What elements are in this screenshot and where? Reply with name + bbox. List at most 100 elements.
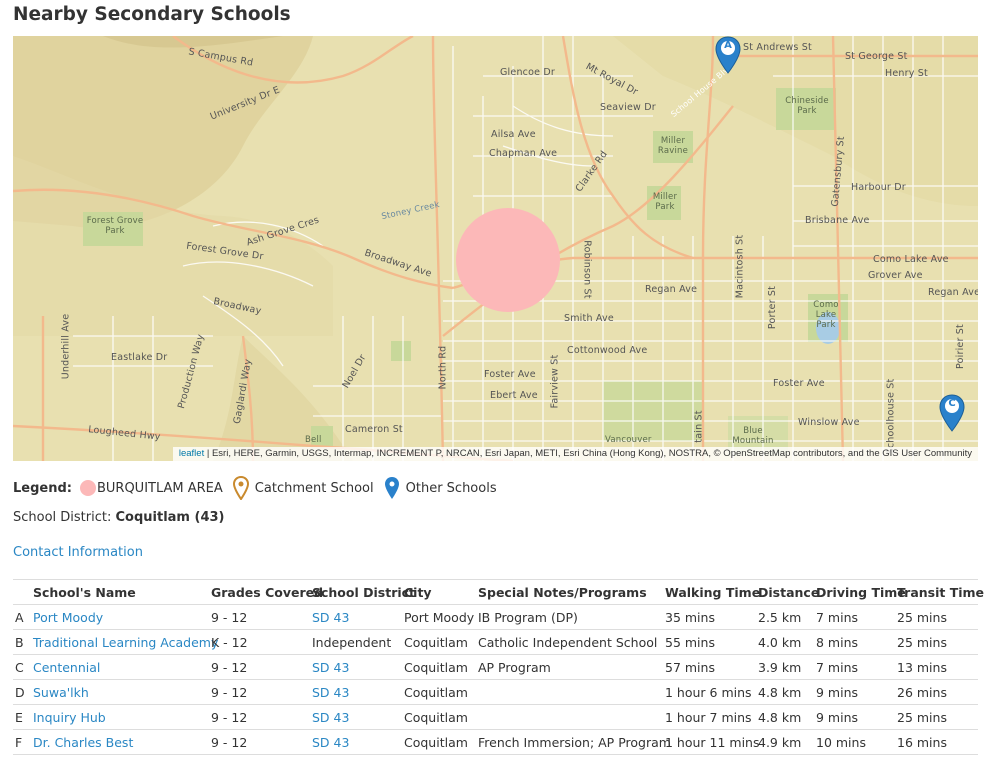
school-district-label: School District: bbox=[13, 510, 116, 525]
legend-catchment-school: Catchment School bbox=[254, 480, 374, 496]
walking-cell: 55 mins bbox=[661, 629, 754, 655]
walking-cell: 1 hour 7 mins bbox=[661, 704, 754, 730]
header-school-name: School's Name bbox=[29, 579, 207, 605]
distance-cell: 2.5 km bbox=[754, 604, 812, 630]
marker-letter: C bbox=[948, 398, 956, 409]
catchment-area-circle[interactable] bbox=[456, 208, 560, 312]
walking-cell: 57 mins bbox=[661, 654, 754, 680]
table-row: B Traditional Learning Academy K - 12 In… bbox=[13, 629, 978, 655]
label-seaview-dr: Seaview Dr bbox=[600, 102, 656, 113]
driving-cell: 9 mins bbox=[812, 679, 893, 705]
district-link[interactable]: SD 43 bbox=[308, 604, 400, 630]
header-letter bbox=[13, 579, 29, 605]
city-cell: Coquitlam bbox=[400, 729, 474, 755]
table-row: D Suwa'lkh 9 - 12 SD 43 Coquitlam 1 hour… bbox=[13, 679, 978, 705]
notes-cell: IB Program (DP) bbox=[474, 604, 661, 630]
label-foster-ave: Foster Ave bbox=[484, 369, 536, 380]
school-name-link[interactable]: Port Moody bbox=[29, 604, 207, 630]
school-name-link[interactable]: Centennial bbox=[29, 654, 207, 680]
map-attribution: leaflet | Esri, HERE, Garmin, USGS, Inte… bbox=[172, 447, 978, 461]
school-name-link[interactable]: Traditional Learning Academy bbox=[29, 629, 218, 655]
district-link[interactable]: SD 43 bbox=[308, 679, 400, 705]
label-como-lake-park: Como Lake Park bbox=[813, 300, 839, 330]
grades-cell: 9 - 12 bbox=[207, 679, 308, 705]
label-foster-ave-2: Foster Ave bbox=[773, 378, 825, 389]
row-letter: F bbox=[13, 729, 29, 755]
label-forest-grove-park: Forest Grove Park bbox=[86, 216, 144, 236]
label-underhill-ave: Underhill Ave bbox=[60, 313, 72, 380]
school-district-value: Coquitlam (43) bbox=[115, 510, 225, 525]
walking-cell: 1 hour 11 mins bbox=[661, 729, 760, 755]
city-cell: Coquitlam bbox=[400, 704, 474, 730]
label-vancouver: Vancouver bbox=[605, 435, 652, 445]
table-row: A Port Moody 9 - 12 SD 43 Port Moody IB … bbox=[13, 604, 978, 630]
label-como-lake-ave: Como Lake Ave bbox=[873, 254, 949, 265]
notes-cell: Catholic Independent School bbox=[474, 629, 661, 655]
map[interactable]: S Campus Rd University Dr E Glencoe Dr M… bbox=[13, 36, 978, 461]
city-cell: Coquitlam bbox=[400, 654, 474, 680]
label-ailsa-ave: Ailsa Ave bbox=[491, 129, 536, 140]
header-driving-time: Driving Time bbox=[812, 579, 906, 605]
distance-cell: 4.0 km bbox=[754, 629, 812, 655]
driving-cell: 7 mins bbox=[812, 654, 893, 680]
label-bell: Bell bbox=[305, 435, 322, 445]
school-name-link[interactable]: Dr. Charles Best bbox=[29, 729, 207, 755]
school-district-line: School District: Coquitlam (43) bbox=[13, 510, 224, 525]
driving-cell: 8 mins bbox=[812, 629, 893, 655]
label-harbour-dr: Harbour Dr bbox=[851, 182, 906, 193]
school-name-link[interactable]: Suwa'lkh bbox=[29, 679, 207, 705]
transit-cell: 25 mins bbox=[893, 704, 978, 730]
label-henry-st: Henry St bbox=[885, 68, 928, 79]
other-school-pin-icon bbox=[384, 477, 399, 499]
header-distance: Distance bbox=[754, 579, 819, 605]
label-eastlake-dr: Eastlake Dr bbox=[111, 352, 168, 363]
city-cell: Coquitlam bbox=[400, 629, 474, 655]
row-letter: A bbox=[13, 604, 29, 630]
marker-letter: A bbox=[724, 40, 732, 51]
attribution-text: | Esri, HERE, Garmin, USGS, Intermap, IN… bbox=[204, 448, 972, 459]
label-macintosh-st: Macintosh St bbox=[734, 234, 746, 299]
district-link[interactable]: SD 43 bbox=[308, 654, 400, 680]
school-name-link[interactable]: Inquiry Hub bbox=[29, 704, 207, 730]
label-brisbane-ave: Brisbane Ave bbox=[805, 215, 870, 226]
map-legend: Legend: BURQUITLAM AREA Catchment School… bbox=[13, 476, 505, 500]
driving-cell: 7 mins bbox=[812, 604, 893, 630]
label-blue-mountain: Blue Mountain bbox=[732, 426, 774, 446]
legend-catchment-area: BURQUITLAM AREA bbox=[96, 480, 223, 496]
distance-cell: 4.8 km bbox=[754, 704, 812, 730]
city-cell: Port Moody bbox=[400, 604, 474, 630]
notes-cell bbox=[474, 679, 661, 705]
district-link[interactable]: SD 43 bbox=[308, 704, 400, 730]
school-marker-a[interactable]: A bbox=[715, 36, 741, 74]
label-cameron-st: Cameron St bbox=[345, 424, 403, 435]
notes-cell: AP Program bbox=[474, 654, 661, 680]
city-cell: Coquitlam bbox=[400, 679, 474, 705]
label-grover-ave: Grover Ave bbox=[868, 270, 923, 281]
header-transit-time: Transit Time bbox=[893, 579, 984, 605]
page-title: Nearby Secondary Schools bbox=[13, 4, 291, 25]
school-marker-c[interactable]: C bbox=[939, 394, 965, 432]
table-row: F Dr. Charles Best 9 - 12 SD 43 Coquitla… bbox=[13, 729, 978, 755]
walking-cell: 1 hour 6 mins bbox=[661, 679, 754, 705]
grades-cell: K - 12 bbox=[207, 629, 308, 655]
transit-cell: 16 mins bbox=[893, 729, 978, 755]
transit-cell: 13 mins bbox=[893, 654, 978, 680]
district-link[interactable]: SD 43 bbox=[308, 729, 400, 755]
label-north-rd: North Rd bbox=[437, 345, 449, 390]
legend-other-schools: Other Schools bbox=[405, 480, 497, 496]
leaflet-link[interactable]: leaflet bbox=[179, 448, 204, 459]
row-letter: C bbox=[13, 654, 29, 680]
label-regan-ave-2: Regan Ave bbox=[928, 287, 978, 298]
driving-cell: 9 mins bbox=[812, 704, 893, 730]
row-letter: E bbox=[13, 704, 29, 730]
contact-information-link[interactable]: Contact Information bbox=[13, 545, 143, 560]
transit-cell: 26 mins bbox=[893, 679, 978, 705]
header-walking-time: Walking Time bbox=[661, 579, 760, 605]
label-miller-ravine: Miller Ravine bbox=[657, 136, 689, 156]
label-ebert-ave: Ebert Ave bbox=[490, 390, 538, 401]
catchment-school-pin-icon bbox=[232, 476, 249, 500]
label-winslow-ave: Winslow Ave bbox=[798, 417, 860, 428]
label-chineside-park: Chineside Park bbox=[785, 96, 829, 116]
grades-cell: 9 - 12 bbox=[207, 604, 308, 630]
grades-cell: 9 - 12 bbox=[207, 654, 308, 680]
